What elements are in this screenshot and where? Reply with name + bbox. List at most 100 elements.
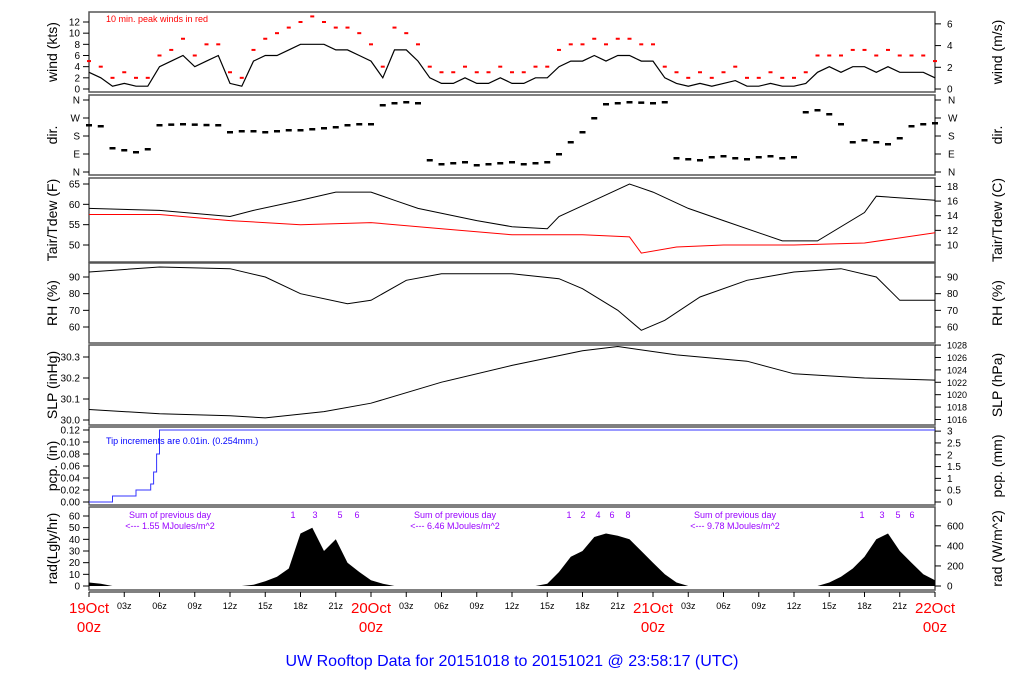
rad-ytick-label: 40 (69, 535, 81, 546)
wind-peak-mark (380, 65, 385, 68)
dir-point (227, 131, 233, 134)
rh-ytick-label: 70 (69, 306, 81, 317)
slp-ytick-label: 30.1 (61, 395, 81, 406)
dir-point (579, 131, 586, 134)
slp-ytick-label-right: 1022 (947, 378, 967, 388)
wind-peak-mark (404, 32, 409, 35)
rad-ytick-label-right: 400 (947, 541, 964, 552)
wind-peak-mark (110, 76, 115, 79)
dir-ylabel-right: dir. (989, 126, 1005, 145)
dir-point (861, 139, 868, 142)
x-tick-label: 21z (610, 601, 625, 611)
rad-ytick-label-right: 200 (947, 561, 964, 572)
wind-peak-mark (134, 76, 138, 79)
x-date-hour: 00z (77, 619, 101, 636)
dir-point (802, 111, 809, 114)
wind-ytick-label-right: 4 (947, 41, 953, 52)
wind-peak-mark (286, 26, 291, 29)
wind-peak-mark (780, 76, 785, 79)
rad-ytick-label-right: 600 (947, 521, 964, 532)
x-tick-label: 21z (328, 601, 343, 611)
rad-hour-marker: 3 (879, 510, 884, 520)
x-tick-label: 09z (187, 601, 202, 611)
x-tick-label: 06z (434, 601, 449, 611)
dir-point (614, 102, 621, 105)
slp-ytick-label-right: 1020 (947, 390, 967, 400)
slp-ytick-label-right: 1018 (947, 403, 967, 413)
rad-area (89, 527, 935, 586)
dir-point (755, 156, 762, 159)
wind-mean-line (88, 43, 936, 87)
wind-peak-mark (557, 48, 561, 51)
chart-title: UW Rooftop Data for 20151018 to 20151021… (286, 653, 739, 670)
wind-peak-mark (416, 43, 420, 46)
x-tick-label: 06z (152, 601, 167, 611)
wind-peak-mark (897, 54, 902, 57)
dir-point (344, 124, 351, 127)
pcp-ytick-label: 0.00 (61, 498, 81, 509)
dir-point (720, 155, 727, 158)
wind-peak-mark (639, 43, 644, 46)
wind-peak-mark (709, 76, 714, 79)
wind-ytick-label: 4 (74, 62, 80, 73)
rad-hour-marker: 6 (909, 510, 914, 520)
rad-panel-frame (88, 506, 936, 591)
x-tick-label: 15z (540, 601, 555, 611)
dir-point (567, 141, 574, 144)
rad-ytick-label: 20 (69, 558, 81, 569)
wind-ytick-label: 6 (74, 51, 80, 62)
dir-point (438, 163, 445, 166)
rad-hour-marker: 5 (895, 510, 900, 520)
dir-point (826, 113, 833, 116)
wind-peak-mark (157, 54, 162, 57)
dir-ytick-label: S (73, 132, 80, 143)
dir-point (368, 123, 374, 126)
rh-ytick-label: 60 (69, 323, 81, 334)
wind-ylabel-right: wind (m/s) (989, 20, 1005, 86)
wind-peak-mark (322, 21, 326, 23)
meteogram-chart: UW Rooftop Data for 20151018 to 20151021… (44, 11, 1005, 670)
dir-point (321, 127, 327, 130)
wind-peak-mark (474, 71, 479, 74)
x-date-label: 21Oct (633, 600, 674, 617)
rad-hour-marker: 8 (625, 510, 630, 520)
pcp-ytick-label-right: 3 (947, 427, 953, 438)
wind-peak-mark (662, 65, 667, 68)
dir-point (97, 125, 104, 128)
wind-peak-mark (933, 60, 937, 63)
dir-point (180, 123, 186, 126)
x-date-hour: 00z (923, 619, 947, 636)
dir-point (873, 141, 880, 144)
x-date-hour: 00z (359, 619, 383, 636)
wind-peak-mark (439, 71, 444, 74)
dir-point (697, 159, 703, 162)
rad-sum-label: Sum of previous day (129, 510, 212, 520)
rad-hour-marker: 3 (312, 510, 317, 520)
temp-panel-frame (88, 177, 936, 263)
slp-ytick-label-right: 1024 (947, 365, 967, 375)
wind-panel-frame (88, 11, 936, 93)
wind-peak-mark (216, 43, 221, 46)
rad-ylabel: rad(Lgly/hr) (44, 513, 60, 585)
wind-ytick-label-right: 2 (947, 63, 953, 74)
dir-point (509, 161, 515, 164)
temp-ytick-label-right: 14 (947, 211, 959, 222)
wind-peak-mark (181, 37, 185, 40)
x-tick-label: 03z (681, 601, 696, 611)
wind-peak-mark (733, 65, 738, 68)
rh-ytick-label: 90 (69, 273, 81, 284)
dir-point (168, 123, 175, 126)
temp-ytick-label: 50 (69, 241, 81, 252)
wind-peak-mark (686, 76, 691, 79)
dir-point (908, 125, 915, 128)
wind-peak-mark (192, 54, 197, 57)
dir-point (332, 126, 339, 129)
dir-point (626, 101, 633, 104)
pcp-ylabel: pcp. (in) (44, 441, 60, 492)
wind-peak-mark (263, 37, 268, 40)
x-tick-label: 15z (822, 601, 837, 611)
rh-ytick-label-right: 60 (947, 323, 959, 334)
rh-line (88, 266, 935, 331)
x-tick-label: 12z (787, 601, 802, 611)
wind-peak-mark (145, 76, 150, 79)
